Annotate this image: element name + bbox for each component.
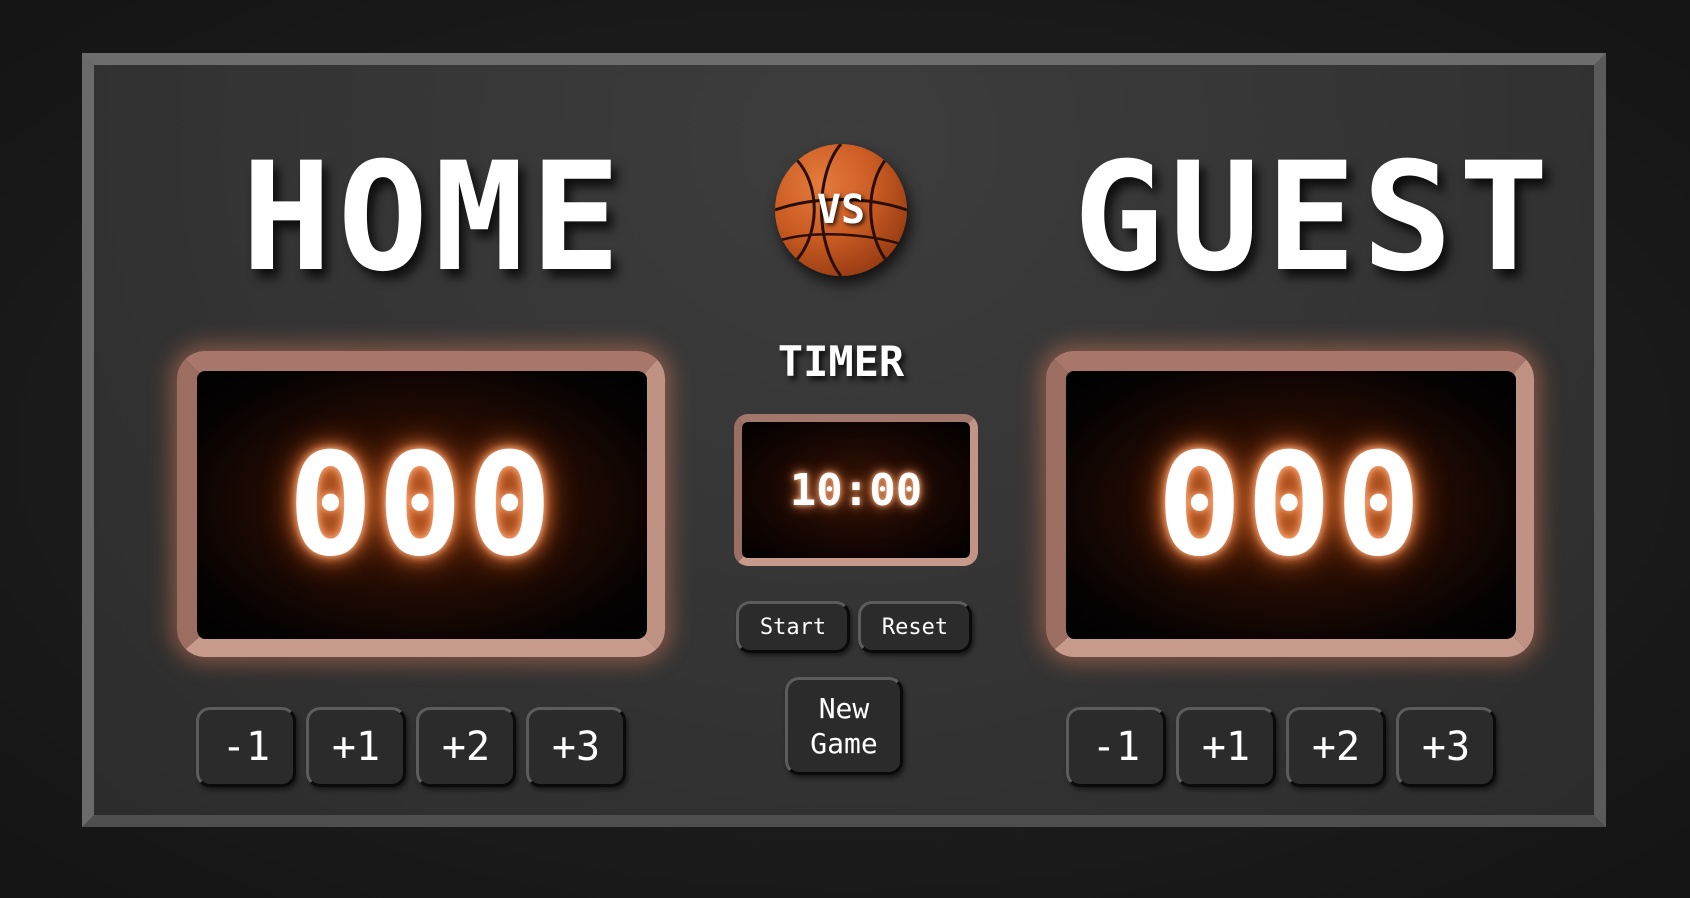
home-plus-3-button[interactable]: +3 [526, 707, 626, 787]
guest-minus-1-button[interactable]: -1 [1066, 707, 1166, 787]
home-score-value: 000 [287, 422, 557, 588]
scoreboard-panel: HOME GUEST VS TIMER 000 000 10:00 Start … [82, 53, 1606, 827]
guest-plus-2-button[interactable]: +2 [1286, 707, 1386, 787]
basketball-icon: VS [775, 144, 907, 276]
timer-label: TIMER [777, 337, 905, 386]
guest-team-name: GUEST [1073, 131, 1555, 305]
new-game-button[interactable]: New Game [785, 677, 903, 775]
home-minus-1-button[interactable]: -1 [196, 707, 296, 787]
new-game-label: New Game [810, 692, 878, 760]
home-team-name: HOME [241, 131, 627, 305]
start-timer-button[interactable]: Start [736, 601, 850, 653]
timer-display: 10:00 [734, 414, 978, 566]
reset-timer-button[interactable]: Reset [858, 601, 972, 653]
guest-plus-3-button[interactable]: +3 [1396, 707, 1496, 787]
vs-label: VS [816, 187, 866, 233]
guest-plus-1-button[interactable]: +1 [1176, 707, 1276, 787]
home-score-display: 000 [177, 351, 665, 657]
home-plus-2-button[interactable]: +2 [416, 707, 516, 787]
home-plus-1-button[interactable]: +1 [306, 707, 406, 787]
guest-score-display: 000 [1046, 351, 1534, 657]
timer-value: 10:00 [789, 464, 923, 516]
guest-score-value: 000 [1156, 422, 1426, 588]
